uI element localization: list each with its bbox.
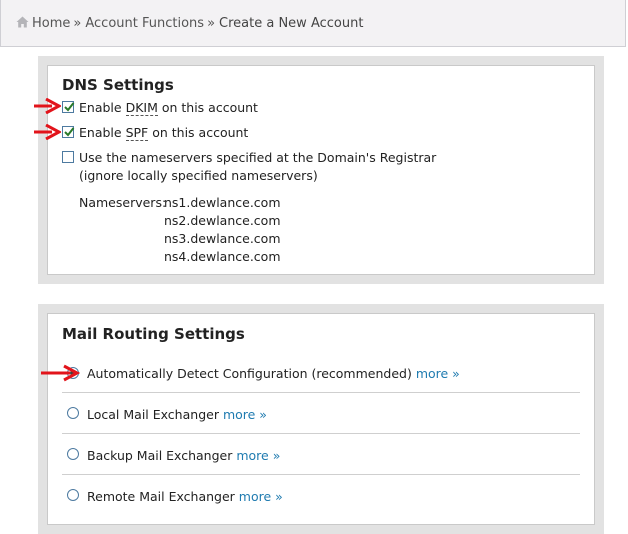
home-icon[interactable] (16, 16, 29, 28)
enable-dkim-text-suffix: on this account (157, 100, 258, 115)
divider (62, 392, 580, 393)
local-mail-exchanger-label: Local Mail Exchanger more » (87, 407, 267, 422)
enable-dkim-text: Enable (79, 100, 126, 115)
backup-mail-exchanger-label: Backup Mail Exchanger more » (87, 448, 280, 463)
breadcrumb-current: Create a New Account (219, 16, 364, 31)
use-registrar-nameservers-checkbox[interactable] (62, 151, 74, 163)
annotation-arrow-icon (41, 364, 80, 382)
nameserver-4: ns4.dewlance.com (164, 249, 281, 264)
auto-detect-text: Automatically Detect Configuration (reco… (87, 366, 412, 381)
local-mail-exchanger-radio[interactable] (67, 407, 79, 419)
breadcrumb-separator: » (207, 16, 216, 31)
breadcrumb: Home» Account Functions» Create a New Acco… (0, 0, 626, 47)
breadcrumb-account-functions-link[interactable]: Account Functions (85, 16, 204, 31)
enable-spf-text-suffix: on this account (148, 125, 249, 140)
mail-routing-title: Mail Routing Settings (62, 325, 245, 343)
breadcrumb-separator: » (73, 16, 82, 31)
use-registrar-nameservers-label: Use the nameservers specified at the Dom… (79, 150, 437, 165)
divider (62, 433, 580, 434)
enable-spf-text: Enable (79, 125, 126, 140)
nameserver-2: ns2.dewlance.com (164, 213, 281, 228)
auto-detect-label: Automatically Detect Configuration (reco… (87, 366, 460, 381)
enable-dkim-checkbox[interactable] (62, 101, 75, 113)
remote-mail-exchanger-radio[interactable] (67, 489, 79, 501)
nameserver-1: ns1.dewlance.com (164, 195, 281, 210)
enable-spf-checkbox[interactable] (62, 126, 75, 138)
dns-settings-title: DNS Settings (62, 76, 174, 94)
local-mail-exchanger-more-link[interactable]: more » (223, 407, 267, 422)
remote-mail-exchanger-more-link[interactable]: more » (239, 489, 283, 504)
check-icon (64, 102, 75, 112)
enable-dkim-label: Enable DKIM on this account (79, 100, 258, 116)
ignore-local-nameservers-note: (ignore locally specified nameservers) (79, 168, 318, 183)
auto-detect-more-link[interactable]: more » (416, 366, 460, 381)
check-icon (64, 127, 75, 137)
dkim-abbr: DKIM (125, 100, 158, 116)
nameservers-label: Nameservers: (79, 195, 167, 210)
divider (62, 474, 580, 475)
enable-spf-label: Enable SPF on this account (79, 125, 249, 141)
breadcrumb-home-link[interactable]: Home (32, 16, 70, 31)
backup-mail-exchanger-radio[interactable] (67, 448, 79, 460)
nameserver-3: ns3.dewlance.com (164, 231, 281, 246)
remote-mail-exchanger-text: Remote Mail Exchanger (87, 489, 235, 504)
spf-abbr: SPF (125, 125, 149, 141)
remote-mail-exchanger-label: Remote Mail Exchanger more » (87, 489, 283, 504)
backup-mail-exchanger-text: Backup Mail Exchanger (87, 448, 233, 463)
local-mail-exchanger-text: Local Mail Exchanger (87, 407, 219, 422)
annotation-arrow-icon (34, 124, 61, 140)
backup-mail-exchanger-more-link[interactable]: more » (236, 448, 280, 463)
annotation-arrow-icon (34, 98, 61, 114)
